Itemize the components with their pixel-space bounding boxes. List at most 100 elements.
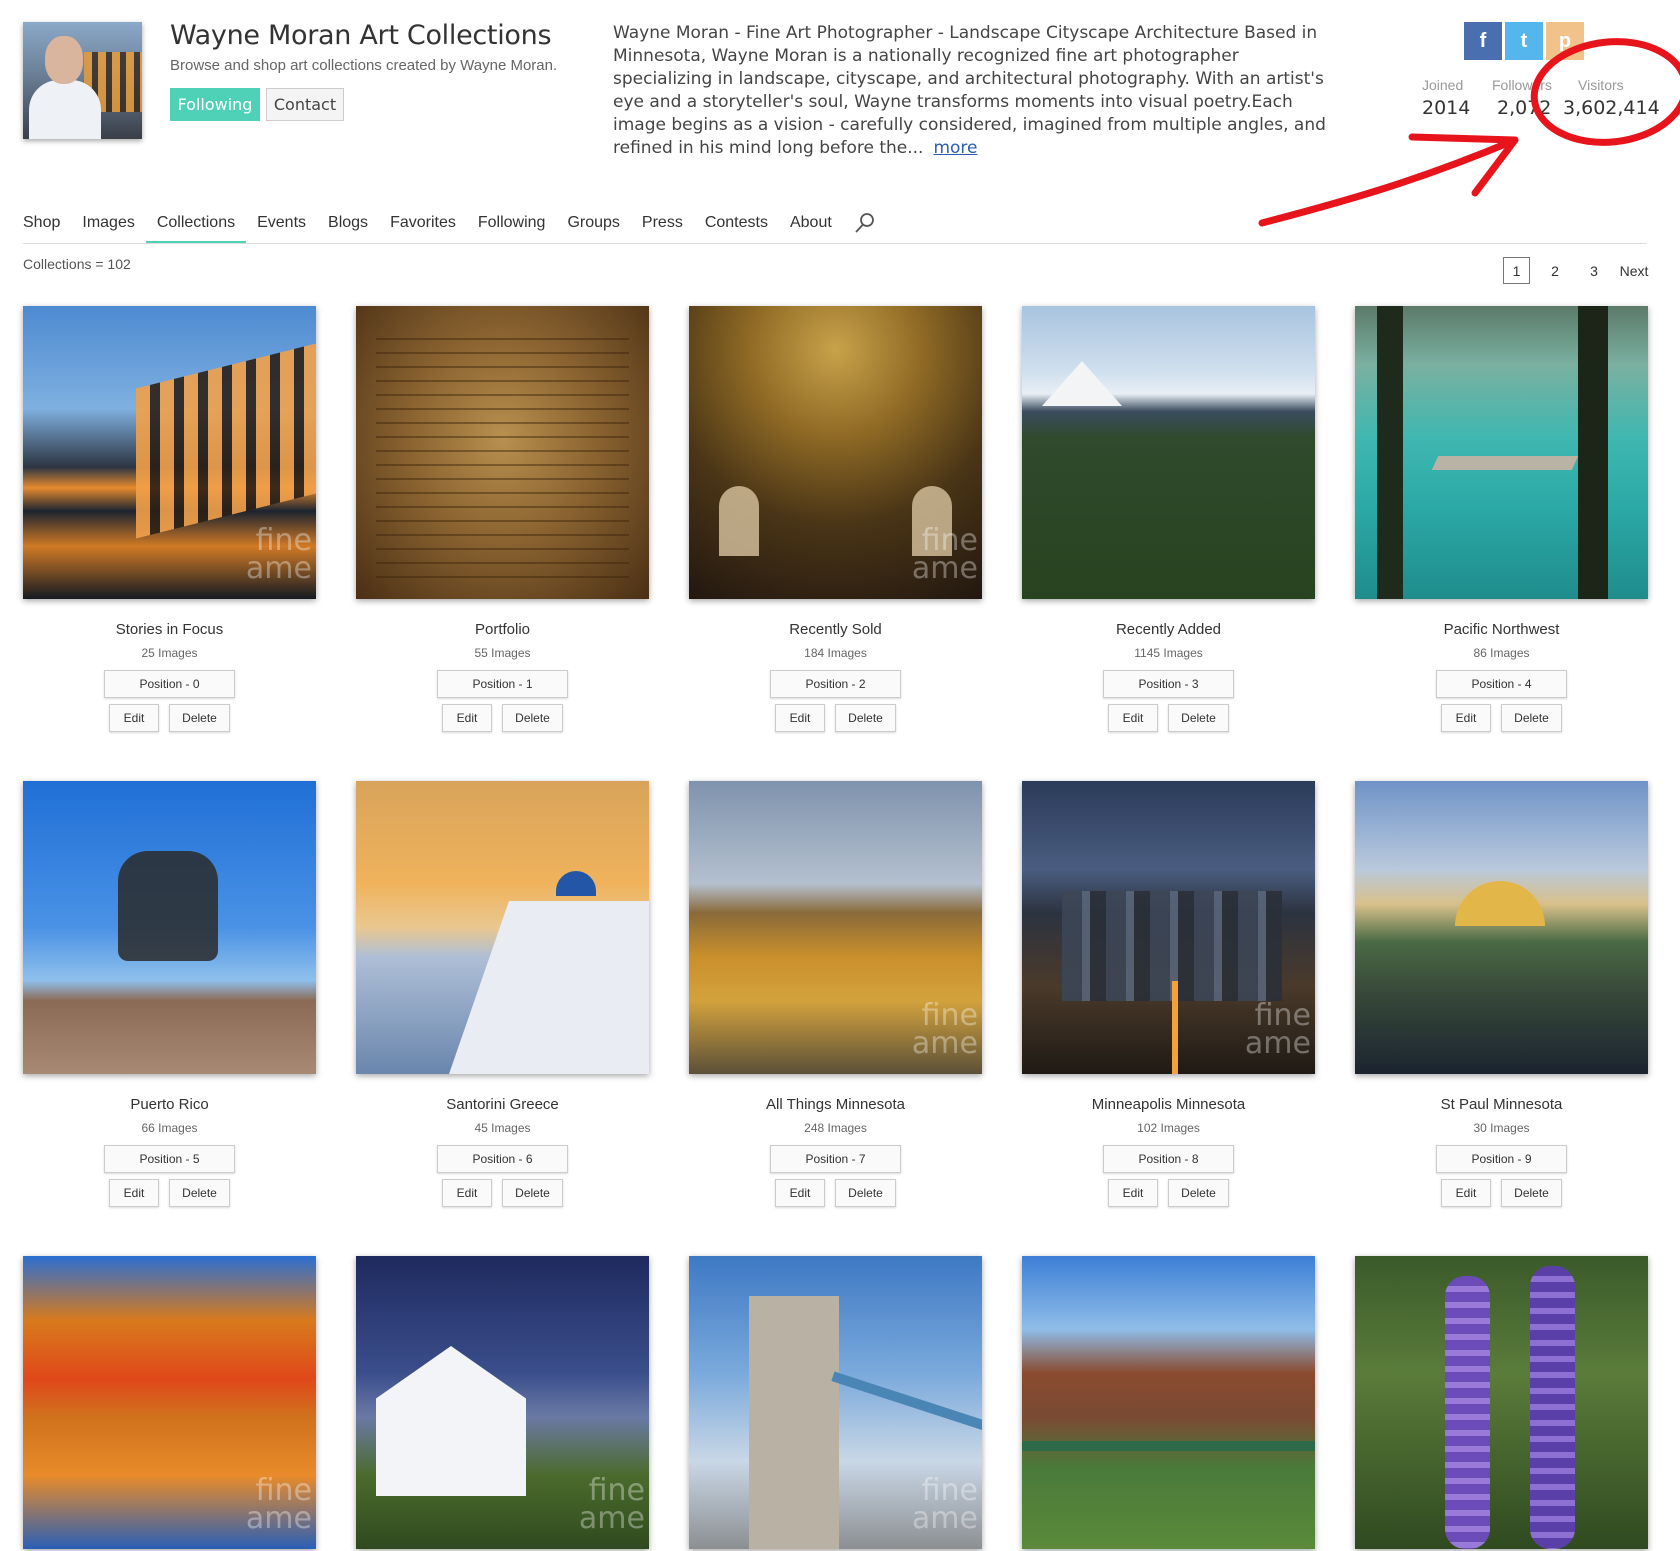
collection-title[interactable]: Portfolio (356, 621, 649, 638)
collection-thumbnail[interactable] (1022, 306, 1315, 599)
delete-button[interactable]: Delete (835, 1179, 896, 1207)
collection-image-count: 30 Images (1473, 1121, 1530, 1135)
artist-avatar[interactable] (23, 22, 142, 139)
delete-button[interactable]: Delete (1501, 1179, 1562, 1207)
position-button[interactable]: Position - 6 (437, 1145, 568, 1173)
collection-thumbnail[interactable]: fine ame (356, 1256, 649, 1549)
watermark: fine ame (911, 998, 978, 1061)
tab-blogs[interactable]: Blogs (328, 210, 368, 244)
tab-press[interactable]: Press (642, 210, 683, 244)
edit-button[interactable]: Edit (109, 1179, 159, 1207)
edit-button[interactable]: Edit (1441, 1179, 1491, 1207)
edit-button[interactable]: Edit (775, 704, 825, 732)
collection-image-count: 1145 Images (1134, 646, 1203, 660)
collection-card: fine ame (689, 1256, 982, 1549)
tab-about[interactable]: About (790, 210, 832, 244)
collection-thumbnail[interactable]: fine ame (689, 1256, 982, 1549)
collection-card: fine ame Minneapolis Minnesota 102 Image… (1022, 781, 1315, 1207)
watermark: fine ame (911, 1473, 978, 1536)
collection-card: Pacific Northwest 86 Images Position - 4… (1355, 306, 1648, 732)
collection-thumbnail[interactable]: fine ame (23, 1256, 316, 1549)
collection-thumbnail[interactable] (356, 306, 649, 599)
contact-button[interactable]: Contact (266, 88, 344, 121)
delete-button[interactable]: Delete (169, 1179, 230, 1207)
collection-thumbnail[interactable] (1022, 1256, 1315, 1549)
position-button[interactable]: Position - 7 (770, 1145, 901, 1173)
collection-thumbnail[interactable] (23, 781, 316, 1074)
collection-image-count: 248 Images (804, 1121, 867, 1135)
collection-image-count: 86 Images (1473, 646, 1530, 660)
bio-more-link[interactable]: more (933, 138, 977, 158)
collection-title[interactable]: Recently Added (1022, 621, 1315, 638)
stat-joined-label: Joined (1422, 77, 1464, 93)
position-button[interactable]: Position - 2 (770, 670, 901, 698)
edit-button[interactable]: Edit (1441, 704, 1491, 732)
tab-images[interactable]: Images (82, 210, 134, 244)
avatar-body-graphic (29, 80, 101, 139)
tabs-divider (23, 243, 1647, 244)
card-actions: Edit Delete (689, 704, 982, 732)
position-button[interactable]: Position - 4 (1436, 670, 1567, 698)
delete-button[interactable]: Delete (1501, 704, 1562, 732)
delete-button[interactable]: Delete (1168, 704, 1229, 732)
delete-button[interactable]: Delete (502, 1179, 563, 1207)
page-2-button[interactable]: 2 (1549, 257, 1561, 284)
collection-card: fine ame Recently Sold 184 Images Positi… (689, 306, 982, 732)
annotation-arrow-head (1408, 133, 1519, 197)
delete-button[interactable]: Delete (835, 704, 896, 732)
collection-title[interactable]: Stories in Focus (23, 621, 316, 638)
collection-image-count: 102 Images (1137, 1121, 1200, 1135)
collection-image-count: 184 Images (804, 646, 867, 660)
following-button[interactable]: Following (170, 88, 260, 121)
collection-thumbnail[interactable] (1355, 781, 1648, 1074)
collection-thumbnail[interactable] (356, 781, 649, 1074)
position-button[interactable]: Position - 5 (104, 1145, 235, 1173)
card-actions: Edit Delete (689, 1179, 982, 1207)
twitter-share-button[interactable]: t (1505, 22, 1543, 60)
collection-thumbnail[interactable]: fine ame (689, 306, 982, 599)
position-button[interactable]: Position - 0 (104, 670, 235, 698)
collection-title[interactable]: Pacific Northwest (1355, 621, 1648, 638)
tab-contests[interactable]: Contests (705, 210, 768, 244)
edit-button[interactable]: Edit (442, 704, 492, 732)
collection-title[interactable]: Santorini Greece (356, 1096, 649, 1113)
tab-favorites[interactable]: Favorites (390, 210, 456, 244)
edit-button[interactable]: Edit (775, 1179, 825, 1207)
collection-thumbnail[interactable]: fine ame (23, 306, 316, 599)
collection-title[interactable]: Minneapolis Minnesota (1022, 1096, 1315, 1113)
position-button[interactable]: Position - 1 (437, 670, 568, 698)
edit-button[interactable]: Edit (1108, 704, 1158, 732)
next-page-button[interactable]: Next (1619, 257, 1649, 284)
tab-groups[interactable]: Groups (567, 210, 619, 244)
collection-title[interactable]: St Paul Minnesota (1355, 1096, 1648, 1113)
delete-button[interactable]: Delete (502, 704, 563, 732)
collection-thumbnail[interactable]: fine ame (689, 781, 982, 1074)
collection-thumbnail[interactable]: fine ame (1022, 781, 1315, 1074)
collection-card: Puerto Rico 66 Images Position - 5 Edit … (23, 781, 316, 1207)
position-button[interactable]: Position - 3 (1103, 670, 1234, 698)
edit-button[interactable]: Edit (1108, 1179, 1158, 1207)
edit-button[interactable]: Edit (109, 704, 159, 732)
collection-title[interactable]: Recently Sold (689, 621, 982, 638)
search-icon[interactable] (854, 212, 876, 234)
tab-events[interactable]: Events (257, 210, 306, 244)
collection-title[interactable]: All Things Minnesota (689, 1096, 982, 1113)
position-button[interactable]: Position - 9 (1436, 1145, 1567, 1173)
edit-button[interactable]: Edit (442, 1179, 492, 1207)
collection-title[interactable]: Puerto Rico (23, 1096, 316, 1113)
page-3-button[interactable]: 3 (1588, 257, 1600, 284)
twitter-icon: t (1520, 29, 1528, 52)
delete-button[interactable]: Delete (1168, 1179, 1229, 1207)
stat-joined-value: 2014 (1422, 97, 1471, 119)
position-button[interactable]: Position - 8 (1103, 1145, 1234, 1173)
delete-button[interactable]: Delete (169, 704, 230, 732)
collection-thumbnail[interactable] (1355, 306, 1648, 599)
collection-image-count: 55 Images (474, 646, 531, 660)
tab-shop[interactable]: Shop (23, 210, 60, 244)
tab-following[interactable]: Following (478, 210, 546, 244)
pinterest-share-button[interactable]: p (1546, 22, 1584, 60)
facebook-share-button[interactable]: f (1464, 22, 1502, 60)
tab-collections[interactable]: Collections (145, 210, 247, 244)
collection-thumbnail[interactable] (1355, 1256, 1648, 1549)
page-1-button[interactable]: 1 (1503, 257, 1530, 284)
